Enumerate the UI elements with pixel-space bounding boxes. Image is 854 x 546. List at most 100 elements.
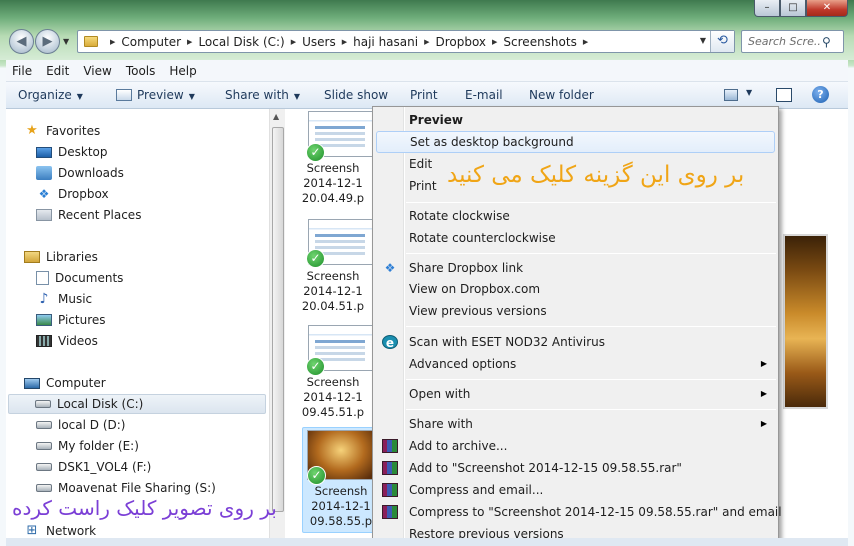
breadcrumb-dropbox[interactable]: Dropbox — [435, 35, 486, 49]
menu-item-preview[interactable]: Preview — [376, 109, 775, 131]
nav-local-disk-c[interactable]: Local Disk (C:) — [8, 394, 266, 414]
menu-item-compress-and-email[interactable]: Compress and email... — [376, 479, 775, 501]
breadcrumb-users[interactable]: Users — [302, 35, 336, 49]
navigation-scrollbar[interactable]: ▲ — [269, 109, 285, 546]
breadcrumb-computer[interactable]: Computer — [121, 35, 181, 49]
computer-icon — [24, 377, 40, 389]
menu-item-view-previous-versions[interactable]: View previous versions — [376, 300, 775, 322]
menu-item-rotate-clockwise[interactable]: Rotate clockwise — [376, 205, 775, 227]
breadcrumb-screenshots[interactable]: Screenshots — [503, 35, 576, 49]
menu-item-add-to-rar[interactable]: Add to "Screenshot 2014-12-15 09.58.55.r… — [376, 457, 775, 479]
nav-desktop[interactable]: Desktop — [36, 142, 108, 162]
file-tile-selected[interactable]: ✓ Screensh 2014-12-1 09.58.55.p — [302, 427, 380, 533]
new-folder-button[interactable]: New folder — [529, 88, 594, 102]
minimize-button[interactable]: – — [754, 0, 780, 17]
nav-documents[interactable]: Documents — [36, 268, 123, 288]
menu-item-advanced-options[interactable]: Advanced options ▶ — [376, 353, 775, 375]
back-arrow-icon[interactable]: ◀ — [9, 29, 34, 54]
nav-my-folder-e[interactable]: My folder (E:) — [36, 436, 139, 456]
chevron-right-icon[interactable]: ▶ — [110, 38, 115, 46]
menu-view[interactable]: View — [83, 64, 111, 78]
preview-button[interactable]: Preview ▼ — [116, 88, 195, 102]
help-icon[interactable]: ? — [812, 86, 829, 103]
menu-item-label: Open with — [409, 387, 471, 401]
change-view-icon[interactable] — [724, 89, 738, 101]
maximize-button[interactable]: □ — [780, 0, 806, 17]
chevron-down-icon[interactable]: ▼ — [746, 88, 752, 97]
nav-pictures[interactable]: Pictures — [36, 310, 106, 330]
search-input[interactable] — [748, 35, 820, 48]
chevron-down-icon: ▼ — [293, 92, 301, 101]
nav-downloads[interactable]: Downloads — [36, 163, 124, 183]
email-button[interactable]: E-mail — [465, 88, 503, 102]
print-button[interactable]: Print — [410, 88, 438, 102]
file-name-line: 2014-12-1 — [303, 284, 363, 298]
menu-item-view-on-dropbox[interactable]: View on Dropbox.com — [376, 278, 775, 300]
nav-label: Music — [58, 292, 93, 306]
chevron-right-icon[interactable]: ▶ — [492, 38, 497, 46]
menu-item-share-with[interactable]: Share with ▶ — [376, 413, 775, 435]
scrollbar-thumb[interactable] — [272, 127, 284, 512]
winrar-icon — [382, 505, 398, 519]
chevron-right-icon[interactable]: ▶ — [583, 38, 588, 46]
submenu-arrow-icon: ▶ — [760, 359, 767, 368]
menu-item-label: Add to archive... — [409, 439, 508, 453]
nav-favorites[interactable]: ★ Favorites — [24, 121, 100, 141]
breadcrumb-local-disk[interactable]: Local Disk (C:) — [198, 35, 284, 49]
chevron-right-icon[interactable]: ▶ — [187, 38, 192, 46]
file-name-line: 2014-12-1 — [311, 499, 371, 513]
close-button[interactable]: ✕ — [806, 0, 848, 17]
preview-pane-icon[interactable] — [776, 88, 792, 102]
preview-pane-image — [783, 234, 828, 409]
nav-videos[interactable]: Videos — [36, 331, 98, 351]
nav-music[interactable]: ♪ Music — [36, 289, 93, 309]
nav-dsk1-vol4-f[interactable]: DSK1_VOL4 (F:) — [36, 457, 151, 477]
scroll-up-icon[interactable]: ▲ — [273, 112, 279, 121]
menu-item-add-to-archive[interactable]: Add to archive... — [376, 435, 775, 457]
menu-item-compress-rar-and-email[interactable]: Compress to "Screenshot 2014-12-15 09.58… — [376, 501, 782, 523]
breadcrumb-user[interactable]: haji hasani — [353, 35, 418, 49]
nav-libraries[interactable]: Libraries — [24, 247, 98, 267]
chevron-right-icon[interactable]: ▶ — [291, 38, 296, 46]
nav-dropbox[interactable]: ❖ Dropbox — [36, 184, 109, 204]
nav-local-d[interactable]: local D (D:) — [36, 415, 125, 435]
file-name-line: Screensh — [314, 484, 368, 498]
recent-pages-dropdown-icon[interactable]: ▼ — [63, 37, 69, 46]
chevron-right-icon[interactable]: ▶ — [342, 38, 347, 46]
nav-computer[interactable]: Computer — [24, 373, 106, 393]
file-tile[interactable]: ✓ Screensh 2014-12-1 20.04.49.p — [288, 111, 378, 206]
forward-arrow-icon[interactable]: ▶ — [35, 29, 60, 54]
menu-item-rotate-counterclockwise[interactable]: Rotate counterclockwise — [376, 227, 775, 249]
menu-item-label: Add to "Screenshot 2014-12-15 09.58.55.r… — [409, 461, 682, 475]
winrar-icon — [382, 439, 398, 453]
winrar-icon — [382, 461, 398, 475]
menu-file[interactable]: File — [12, 64, 32, 78]
file-tile[interactable]: ✓ Screensh 2014-12-1 09.45.51.p — [288, 325, 378, 420]
menu-item-label: Scan with ESET NOD32 Antivirus — [409, 335, 606, 349]
menu-item-share-dropbox-link[interactable]: ❖ Share Dropbox link — [376, 257, 775, 279]
address-bar[interactable]: ▶ Computer ▶ Local Disk (C:) ▶ Users ▶ h… — [77, 30, 735, 53]
menu-edit[interactable]: Edit — [46, 64, 69, 78]
file-name-line: 2014-12-1 — [303, 176, 363, 190]
menu-item-open-with[interactable]: Open with ▶ — [376, 383, 775, 405]
search-icon[interactable]: ⚲ — [822, 35, 831, 49]
nav-recent-places[interactable]: Recent Places — [36, 205, 141, 225]
refresh-icon[interactable]: ⟲ — [710, 31, 734, 52]
organize-button[interactable]: Organize ▼ — [18, 88, 83, 102]
share-with-button[interactable]: Share with ▼ — [225, 88, 300, 102]
menu-help[interactable]: Help — [169, 64, 196, 78]
dropbox-icon: ❖ — [384, 261, 396, 275]
menu-item-scan-eset[interactable]: e Scan with ESET NOD32 Antivirus — [376, 331, 775, 353]
menu-item-label: Share with — [409, 417, 473, 431]
network-drive-icon — [36, 484, 52, 492]
slide-show-button[interactable]: Slide show — [324, 88, 388, 102]
menu-item-set-desktop-background[interactable]: Set as desktop background — [376, 131, 775, 153]
nav-moavenat-s[interactable]: Moavenat File Sharing (S:) — [36, 478, 216, 498]
command-bar: Organize ▼ Preview ▼ Share with ▼ Slide sho… — [6, 82, 848, 109]
nav-label: Pictures — [58, 313, 106, 327]
file-tile[interactable]: ✓ Screensh 2014-12-1 20.04.51.p — [288, 219, 378, 314]
menu-separator — [406, 409, 776, 410]
menu-tools[interactable]: Tools — [126, 64, 156, 78]
address-dropdown-icon[interactable]: ▼ — [700, 36, 706, 45]
chevron-right-icon[interactable]: ▶ — [424, 38, 429, 46]
